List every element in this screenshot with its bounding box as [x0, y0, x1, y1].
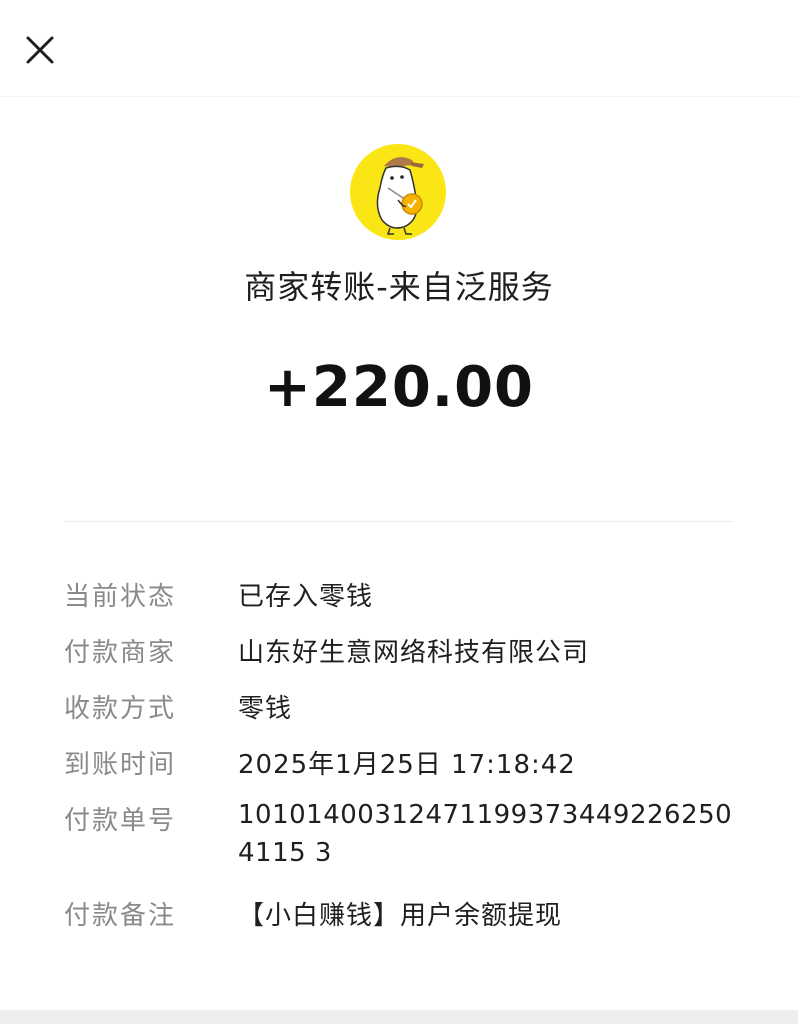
status-label: 当前状态 [64, 582, 177, 612]
payer-label: 付款商家 [64, 638, 177, 668]
order-no-value[interactable]: 101014003124711993734492262504115 3 [238, 796, 738, 872]
remark-value: 【小白赚钱】用户余额提现 [238, 901, 563, 931]
status-value: 已存入零钱 [238, 582, 374, 612]
order-no-label: 付款单号 [64, 806, 177, 836]
top-bar [0, 0, 798, 97]
merchant-avatar [350, 144, 446, 240]
divider [64, 521, 734, 522]
time-label: 到账时间 [64, 750, 177, 780]
close-icon [26, 36, 54, 64]
remark-label: 付款备注 [64, 901, 177, 931]
method-label: 收款方式 [64, 694, 177, 724]
transaction-detail-page: 商家转账-来自泛服务 +220.00 当前状态 已存入零钱 付款商家 山东好生意… [0, 0, 798, 1024]
merchant-title: 商家转账-来自泛服务 [244, 268, 554, 306]
method-value: 零钱 [238, 694, 293, 724]
close-button[interactable] [18, 28, 62, 72]
merchant-mascot-icon [376, 157, 424, 235]
payer-value: 山东好生意网络科技有限公司 [238, 638, 590, 668]
time-value: 2025年1月25日 17:18:42 [238, 750, 576, 780]
transaction-amount: +220.00 [263, 355, 535, 420]
bottom-strip [0, 1010, 798, 1024]
